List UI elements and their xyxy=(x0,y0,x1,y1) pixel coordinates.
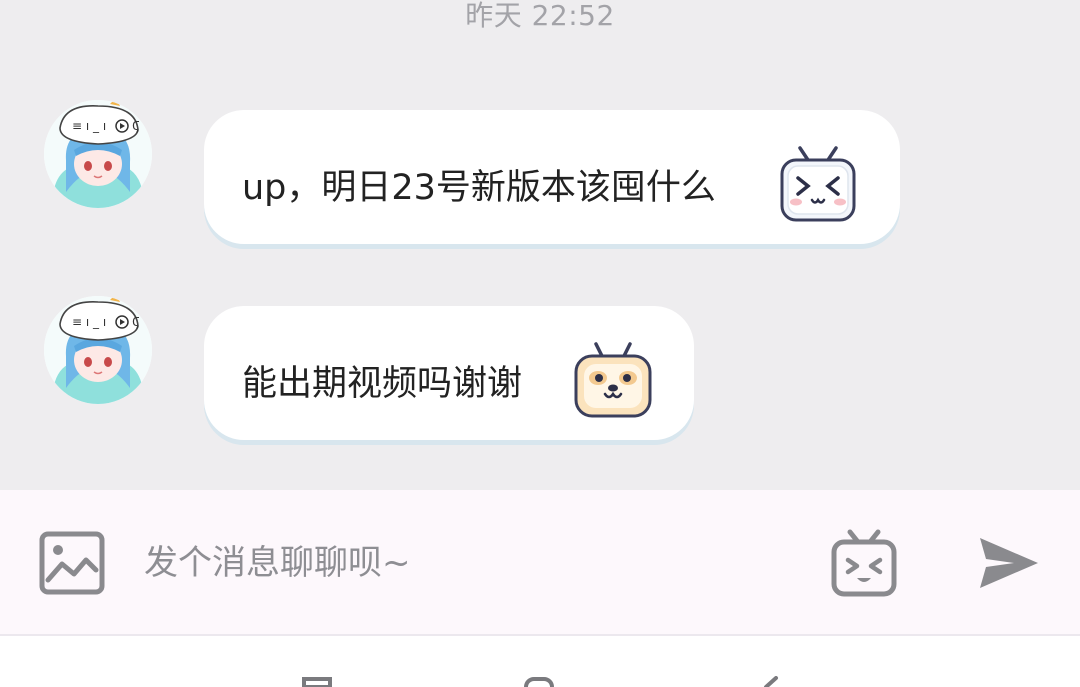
recent-apps-icon[interactable] xyxy=(300,676,334,687)
send-icon[interactable] xyxy=(976,534,1042,592)
message-text: up，明日23号新版本该囤什么 xyxy=(242,167,716,208)
image-icon[interactable] xyxy=(38,530,106,596)
avatar-image: ≡ ı _ ı Ϛ xyxy=(44,296,152,404)
tv-emoji-icon[interactable] xyxy=(830,528,898,598)
tv-squint-sticker xyxy=(780,146,856,222)
message-text: 能出期视频吗谢谢 xyxy=(242,363,523,404)
svg-text:Ϛ: Ϛ xyxy=(132,119,140,133)
tv-dog-sticker xyxy=(574,342,652,418)
back-icon[interactable] xyxy=(760,676,780,687)
system-nav-bar xyxy=(0,636,1080,687)
message-input[interactable] xyxy=(140,530,808,596)
svg-text:≡ ı _ ı: ≡ ı _ ı xyxy=(72,119,106,133)
home-icon[interactable] xyxy=(522,676,556,687)
avatar-image: ≡ ı _ ı Ϛ xyxy=(44,100,152,208)
svg-text:≡ ı _ ı: ≡ ı _ ı xyxy=(72,315,106,329)
avatar[interactable]: ≡ ı _ ı Ϛ xyxy=(44,296,152,404)
chat-timestamp: 昨天 22:52 xyxy=(465,0,615,32)
avatar[interactable]: ≡ ı _ ı Ϛ xyxy=(44,100,152,208)
svg-text:Ϛ: Ϛ xyxy=(132,315,140,329)
